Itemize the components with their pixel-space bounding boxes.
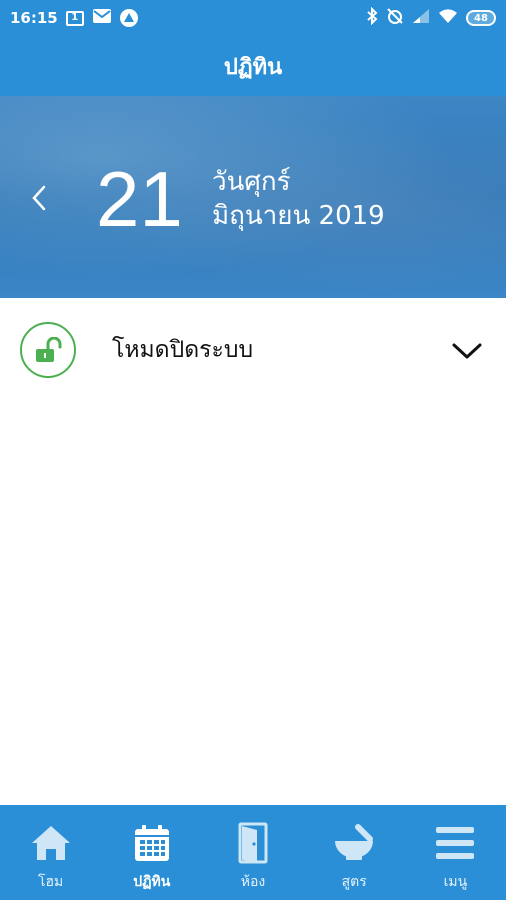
nav-label-recipe: สูตร (341, 874, 367, 890)
notification-count: 1 (71, 12, 79, 23)
nav-label-menu: เมนู (443, 874, 468, 890)
nav-item-calendar[interactable]: ปฏิทิน (101, 805, 202, 900)
mode-dropdown-toggle[interactable] (450, 334, 484, 368)
status-bar: 16:15 1 48 (0, 0, 506, 36)
nav-item-room[interactable]: ห้อง (202, 805, 303, 900)
bottom-navigation: โฮม ปฏิทิน ห้อง สูตร เมนู (0, 805, 506, 900)
lock-status-badge (20, 322, 76, 378)
calendar-icon (129, 821, 175, 865)
signal-icon (412, 8, 430, 28)
status-time: 16:15 (10, 9, 58, 27)
alarm-off-icon (386, 7, 404, 29)
nav-label-calendar: ปฏิทิน (133, 874, 171, 890)
nav-item-recipe[interactable]: สูตร (304, 805, 405, 900)
battery-icon: 48 (466, 10, 496, 26)
chevron-left-icon (32, 185, 46, 211)
mode-label: โหมดปิดระบบ (112, 337, 254, 363)
battery-level: 48 (474, 12, 488, 24)
hamburger-icon (432, 821, 478, 865)
drive-icon (119, 9, 138, 27)
previous-day-button[interactable] (24, 178, 54, 218)
nav-item-menu[interactable]: เมนู (405, 805, 506, 900)
home-icon (28, 821, 74, 865)
date-month-year: มิถุนายน 2019 (212, 201, 385, 231)
nav-label-room: ห้อง (240, 874, 266, 890)
bluetooth-icon (366, 6, 378, 29)
nav-item-home[interactable]: โฮม (0, 805, 101, 900)
app-header: ปฏิทิน (0, 36, 506, 96)
date-day: 21 (96, 155, 183, 243)
door-icon (230, 821, 276, 865)
gmail-icon (92, 8, 112, 28)
unlock-icon (36, 337, 62, 362)
date-weekday: วันศุกร์ (212, 167, 291, 197)
wifi-icon (438, 8, 458, 28)
mode-selector[interactable]: โหมดปิดระบบ (0, 298, 506, 406)
notification-count-icon: 1 (65, 10, 84, 26)
nav-label-home: โฮม (37, 874, 64, 890)
date-hero: 21 วันศุกร์ มิถุนายน 2019 (0, 96, 506, 298)
mortar-pestle-icon (331, 821, 377, 865)
page-title: ปฏิทิน (223, 54, 283, 80)
chevron-down-icon (452, 343, 482, 359)
